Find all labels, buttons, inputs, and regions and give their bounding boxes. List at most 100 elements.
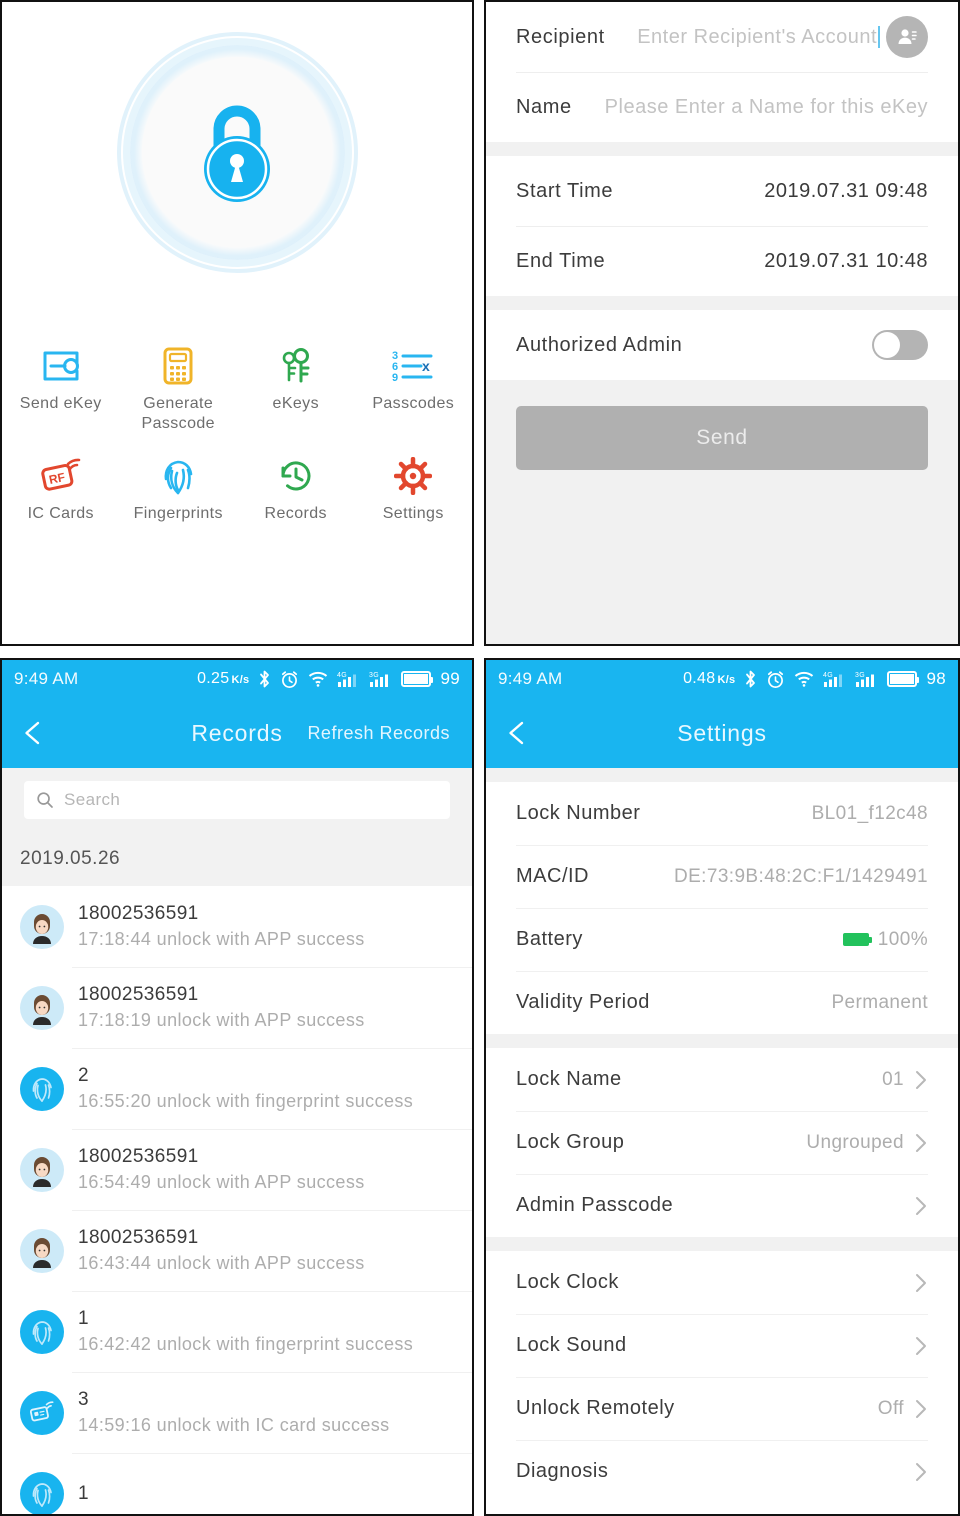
bluetooth-icon [746,670,756,688]
record-name: 1 [78,1482,89,1504]
record-row[interactable]: 1 16:42:42 unlock with fingerprint succe… [2,1291,472,1372]
tile-fingerprints[interactable]: Fingerprints [120,450,238,546]
tile-ic-cards[interactable]: RF IC Cards [2,450,120,546]
setting-row-lock-group[interactable]: Lock Group Ungrouped [486,1111,958,1174]
setting-row-diagnosis[interactable]: Diagnosis [486,1440,958,1503]
chevron-right-icon [914,1069,928,1091]
authorized-admin-group: Authorized Admin [486,310,958,380]
record-name: 2 [78,1065,89,1086]
setting-row-mac-id[interactable]: MAC/ID DE:73:9B:48:2C:F1/1429491 [486,845,958,908]
record-name: 18002536591 [78,1146,199,1167]
person-avatar-icon [20,904,64,949]
record-row[interactable]: 18002536591 16:43:44 unlock with APP suc… [2,1210,472,1291]
settings-group-info: Lock Number BL01_f12c48 MAC/ID DE:73:9B:… [486,782,958,1034]
fingerprint-avatar-icon [20,1066,64,1111]
chevron-right-icon [914,1132,928,1154]
recipient-row[interactable]: Recipient Enter Recipient's Account [486,2,958,72]
end-time-label: End Time [516,249,606,272]
chevron-right-icon [914,1272,928,1294]
record-name: 18002536591 [78,984,199,1005]
fingerprint-icon [155,456,201,496]
setting-row-lock-name[interactable]: Lock Name 01 [486,1048,958,1111]
settings-group-lock: Lock Name 01 Lock Group Ungrouped Admin … [486,1048,958,1237]
setting-value: 01 [882,1068,904,1090]
record-row[interactable]: 1 [2,1453,472,1514]
name-label: Name [516,95,572,118]
setting-label: Lock Clock [516,1271,619,1293]
ic-card-avatar-icon [20,1390,64,1435]
setting-value-wrap: 100% [842,929,928,951]
contact-avatar-icon[interactable] [886,16,928,58]
fingerprint-avatar-icon [20,1471,64,1514]
lock-ring-outer [129,44,345,260]
records-date-group: 2019.05.26 [2,832,472,886]
setting-row-unlock-remotely[interactable]: Unlock Remotely Off [486,1377,958,1440]
section-divider [486,296,958,310]
tile-label: Passcodes [372,395,455,412]
setting-row-admin-passcode[interactable]: Admin Passcode [486,1174,958,1237]
tile-settings[interactable]: Settings [355,450,473,546]
wifi-icon [309,671,328,687]
svg-text:4G: 4G [337,672,347,679]
setting-row-validity-period[interactable]: Validity Period Permanent [486,971,958,1034]
battery-icon [401,671,434,687]
statusbar-time: 9:49 AM [498,669,563,688]
tile-generate-passcode[interactable]: Generate Passcode [120,340,238,436]
record-row[interactable]: 18002536591 17:18:44 unlock with APP suc… [2,886,472,967]
record-row[interactable]: 18002536591 16:54:49 unlock with APP suc… [2,1129,472,1210]
setting-label: Validity Period [516,991,650,1013]
settings-statusbar: 9:49 AM 0.48 K/s 4G 3G 98 [486,660,958,698]
person-avatar-icon [20,1147,64,1192]
setting-value: Permanent [831,991,928,1013]
setting-row-lock-clock[interactable]: Lock Clock [486,1251,958,1314]
start-time-label: Start Time [516,179,614,202]
name-input[interactable]: Please Enter a Name for this eKey [605,96,928,119]
records-statusbar: 9:49 AM 0.25 K/s 4G 3G 99 [2,660,472,698]
start-time-row[interactable]: Start Time 2019.07.31 09:48 [486,156,958,226]
setting-label: Lock Group [516,1131,625,1153]
back-arrow-icon[interactable] [508,720,544,746]
setting-label: Lock Name [516,1068,622,1090]
tile-label: Generate Passcode [141,395,215,432]
send-button[interactable]: Send [516,406,928,470]
records-list: 18002536591 17:18:44 unlock with APP suc… [2,886,472,1514]
record-desc: 16:43:44 unlock with APP success [78,1253,365,1273]
setting-row-battery[interactable]: Battery 100% [486,908,958,971]
keys-icon [273,346,319,386]
setting-label: Diagnosis [516,1460,609,1482]
record-row[interactable]: 18002536591 17:18:19 unlock with APP suc… [2,967,472,1048]
rf-card-icon: RF [38,456,84,496]
record-row[interactable]: 3 14:59:16 unlock with IC card success [2,1372,472,1453]
authorized-admin-row[interactable]: Authorized Admin [486,310,958,380]
chevron-right-icon [914,1195,928,1217]
padlock-icon[interactable] [189,97,285,207]
lock-battery-icon [842,933,872,946]
refresh-records-button[interactable]: Refresh Records [307,723,450,744]
tile-records[interactable]: Records [237,450,355,546]
tile-label: Fingerprints [133,505,223,522]
tile-send-ekey[interactable]: Send eKey [2,340,120,436]
setting-label: Lock Number [516,802,641,824]
setting-value: Off [877,1397,904,1419]
search-area: Search [2,768,472,832]
end-time-row[interactable]: End Time 2019.07.31 10:48 [486,226,958,296]
setting-row-lock-sound[interactable]: Lock Sound [486,1314,958,1377]
battery-percent: 99 [440,669,460,688]
chevron-right-icon [914,1461,928,1483]
authorized-admin-toggle[interactable] [872,330,928,360]
record-desc: 14:59:16 unlock with IC card success [78,1415,390,1435]
setting-value: DE:73:9B:48:2C:F1/1429491 [673,865,928,887]
tile-ekeys[interactable]: eKeys [237,340,355,436]
tile-label: Settings [382,505,444,522]
tile-passcodes[interactable]: 3 6 9 x Passcodes [355,340,473,436]
tile-label: Send eKey [19,395,102,412]
record-row[interactable]: 2 16:55:20 unlock with fingerprint succe… [2,1048,472,1129]
recipient-group: Recipient Enter Recipient's Account Name… [486,2,958,142]
setting-row-lock-number[interactable]: Lock Number BL01_f12c48 [486,782,958,845]
battery-icon [887,671,920,687]
search-input[interactable]: Search [24,781,450,819]
recipient-input[interactable]: Enter Recipient's Account [637,26,877,49]
text-caret [878,26,880,48]
back-arrow-icon[interactable] [24,720,60,746]
name-row[interactable]: Name Please Enter a Name for this eKey [486,72,958,142]
